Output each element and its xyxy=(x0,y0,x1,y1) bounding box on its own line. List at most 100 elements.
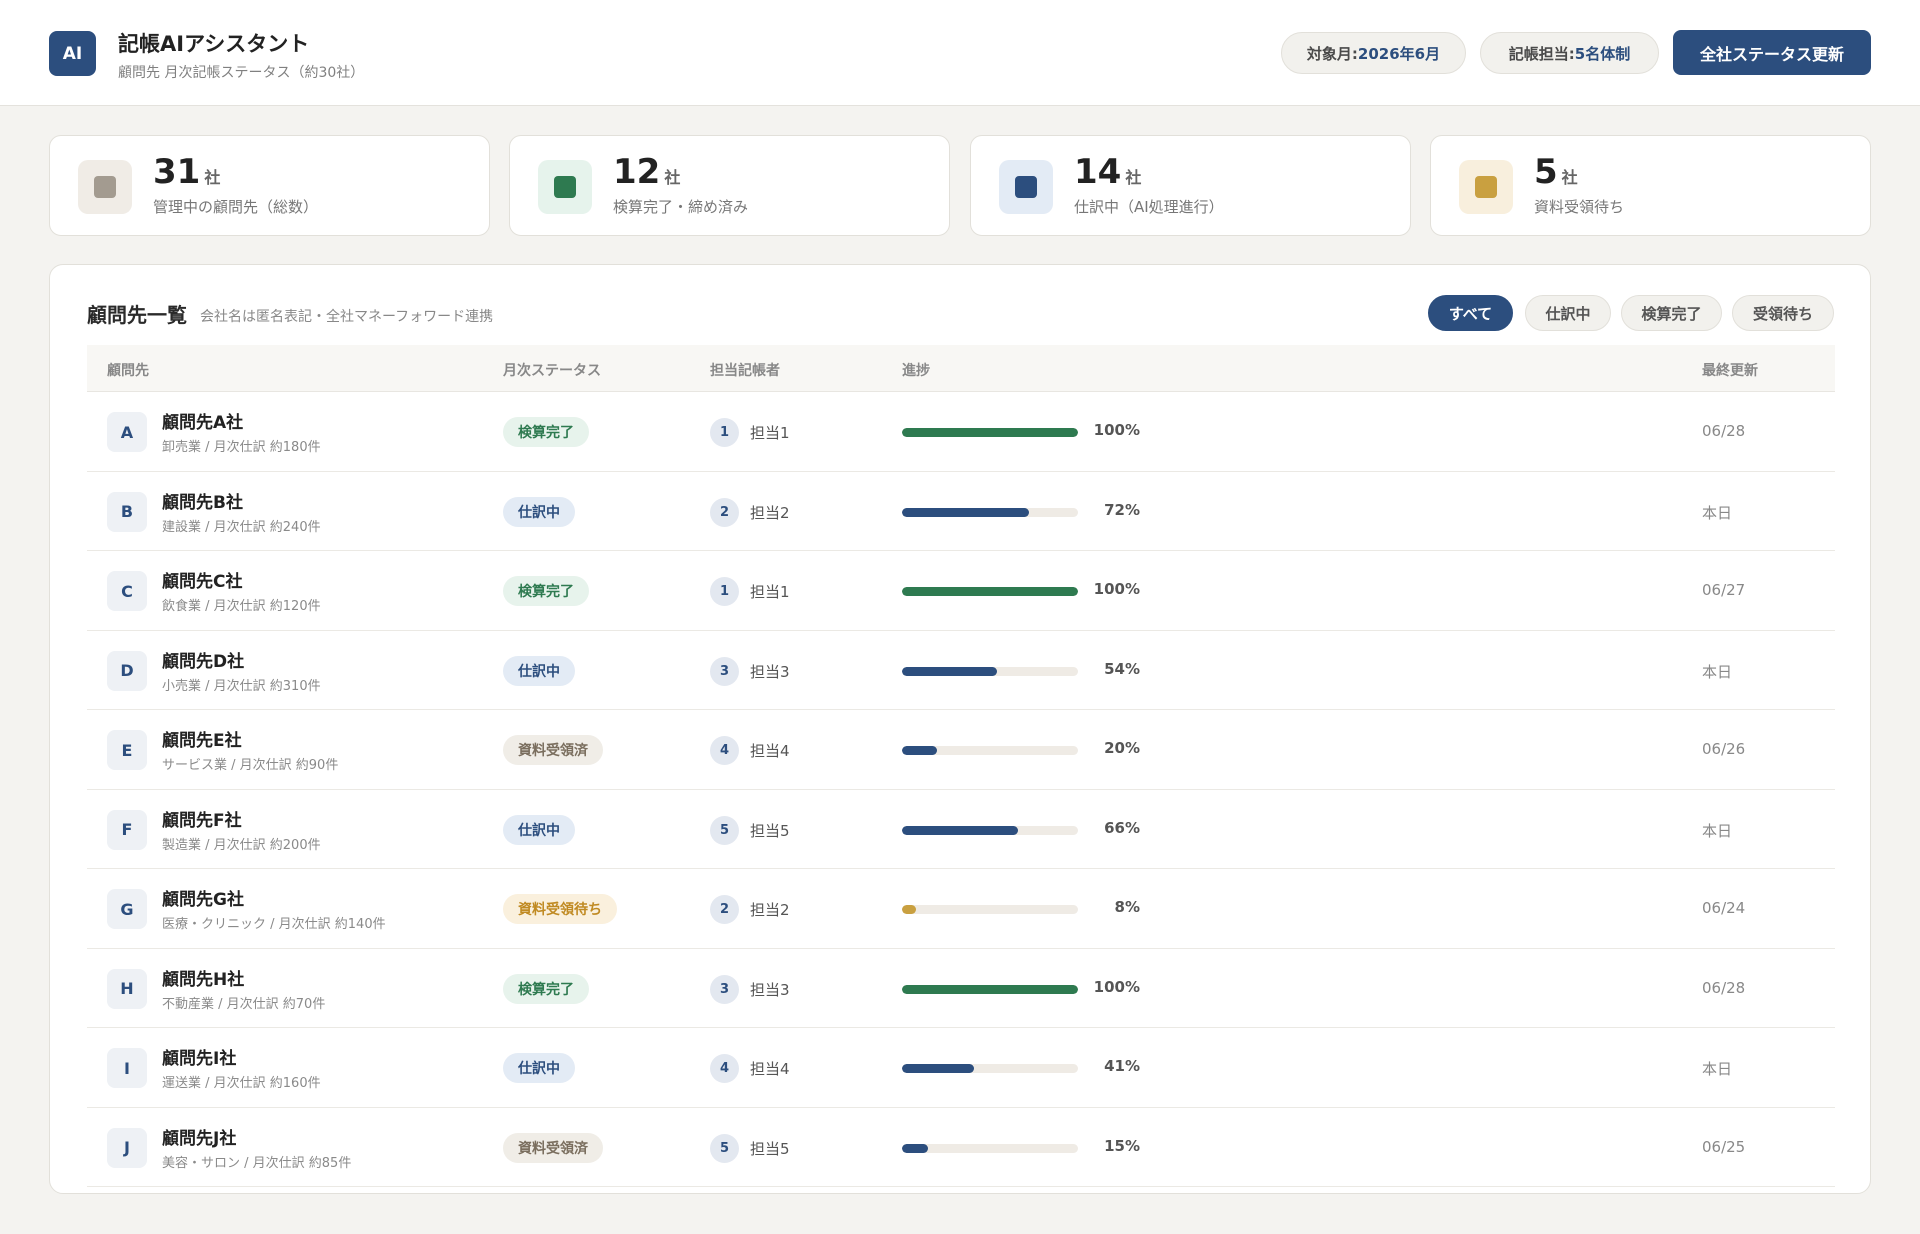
table-row[interactable]: F 顧問先F社 製造業 / 月次仕訳 約200件 仕訳中 5 担当5 66% 本日 xyxy=(87,790,1835,869)
last-updated: 本日 xyxy=(1702,821,1733,840)
table-row[interactable]: I 顧問先I社 運送業 / 月次仕訳 約160件 仕訳中 4 担当4 41% 本日 xyxy=(87,1028,1835,1108)
stat-unit: 社 xyxy=(664,168,681,187)
client-name[interactable]: 顧問先J社 xyxy=(162,1124,236,1149)
client-name[interactable]: 顧問先I社 xyxy=(162,1044,236,1069)
progress-bar xyxy=(902,428,1078,437)
progress-bar xyxy=(902,1143,1078,1153)
table-row[interactable]: C 顧問先C社 飲食業 / 月次仕訳 約120件 検算完了 1 担当1 100% 06/27 xyxy=(87,551,1835,631)
staff-count-value: 5名体制 xyxy=(1574,44,1631,63)
progress-percent: 66% xyxy=(1104,818,1140,837)
client-meta: 不動産業 / 月次仕訳 約70件 xyxy=(162,996,326,1012)
status-badge: 資料受領済 xyxy=(503,1132,603,1163)
filter-all-button[interactable]: すべて xyxy=(1428,295,1513,331)
progress-bar-fill xyxy=(902,905,917,914)
table-row[interactable]: E 顧問先E社 サービス業 / 月次仕訳 約90件 資料受領済 4 担当4 20% 06/26 xyxy=(87,710,1835,790)
staff-name: 担当4 xyxy=(750,742,790,760)
waiting-icon xyxy=(1459,160,1513,214)
staff-name: 担当1 xyxy=(750,583,790,601)
column-header-client[interactable]: 顧問先 xyxy=(107,360,149,380)
client-name[interactable]: 顧問先B社 xyxy=(162,488,243,513)
staff-number-badge: 1 xyxy=(710,577,739,606)
staff-number-badge: 1 xyxy=(710,418,739,447)
panel-subtitle: 会社名は匿名表記・全社マネーフォワード連携 xyxy=(200,309,494,325)
staff-number-badge: 5 xyxy=(710,815,739,845)
stat-value: 14 社 xyxy=(1074,152,1141,198)
progress-bar-fill xyxy=(902,1064,975,1073)
progress-bar xyxy=(902,984,1078,994)
column-header-progress[interactable]: 進捗 xyxy=(902,360,930,380)
stat-label: 仕訳中（AI処理進行） xyxy=(1074,198,1224,216)
client-initial-badge: H xyxy=(107,968,147,1009)
status-badge: 仕訳中 xyxy=(503,655,575,686)
staff-number-badge: 5 xyxy=(710,1133,739,1163)
last-updated: 本日 xyxy=(1702,1060,1733,1078)
staff-name: 担当3 xyxy=(750,662,790,681)
table-row[interactable]: J 顧問先J社 美容・サロン / 月次仕訳 約85件 資料受領済 5 担当5 15% 06/2… xyxy=(87,1108,1835,1187)
total-icon-square xyxy=(94,176,116,198)
client-meta: 美容・サロン / 月次仕訳 約85件 xyxy=(162,1155,352,1171)
target-month-selector[interactable]: 対象月: 2026年6月 xyxy=(1281,32,1466,74)
filter-done-button[interactable]: 検算完了 xyxy=(1621,295,1722,331)
processing-icon xyxy=(999,160,1053,214)
last-updated: 06/25 xyxy=(1702,1137,1746,1156)
client-meta: 卸売業 / 月次仕訳 約180件 xyxy=(162,440,321,455)
staff-name: 担当3 xyxy=(750,980,790,999)
column-header-status[interactable]: 月次ステータス xyxy=(503,360,601,380)
staff-number-badge: 3 xyxy=(710,974,739,1004)
staff-name: 担当4 xyxy=(750,1060,790,1078)
stat-number: 5 xyxy=(1534,152,1558,192)
client-initial-badge: A xyxy=(107,412,147,452)
progress-percent: 15% xyxy=(1104,1136,1140,1155)
status-badge: 検算完了 xyxy=(503,417,589,447)
stat-card[interactable]: 12 社検算完了・締め済み xyxy=(509,135,950,236)
client-meta: 製造業 / 月次仕訳 約200件 xyxy=(162,837,321,853)
status-badge: 仕訳中 xyxy=(503,814,575,845)
table-row[interactable]: G 顧問先G社 医療・クリニック / 月次仕訳 約140件 資料受領待ち 2 担当2 8% 0… xyxy=(87,869,1835,949)
stat-number: 12 xyxy=(613,152,661,192)
client-name[interactable]: 顧問先C社 xyxy=(162,567,242,592)
table-row[interactable]: B 顧問先B社 建設業 / 月次仕訳 約240件 仕訳中 2 担当2 72% 本日 xyxy=(87,472,1835,551)
client-name[interactable]: 顧問先H社 xyxy=(162,965,244,990)
client-name[interactable]: 顧問先E社 xyxy=(162,726,242,751)
done-icon xyxy=(538,160,592,214)
stat-number: 14 xyxy=(1074,152,1122,192)
column-header-updated[interactable]: 最終更新 xyxy=(1702,360,1758,380)
table-row[interactable]: A 顧問先A社 卸売業 / 月次仕訳 約180件 検算完了 1 担当1 100% 06/28 xyxy=(87,392,1835,472)
filter-processing-button[interactable]: 仕訳中 xyxy=(1525,295,1611,331)
client-name[interactable]: 顧問先F社 xyxy=(162,806,242,831)
app-title: 記帳AIアシスタント xyxy=(118,32,310,56)
table-row[interactable]: H 顧問先H社 不動産業 / 月次仕訳 約70件 検算完了 3 担当3 100% 06/28 xyxy=(87,949,1835,1028)
client-name[interactable]: 顧問先D社 xyxy=(162,647,244,672)
stat-card[interactable]: 5 社資料受領待ち xyxy=(1430,135,1871,236)
staff-count-badge[interactable]: 記帳担当: 5名体制 xyxy=(1480,32,1659,74)
column-header-staff[interactable]: 担当記帳者 xyxy=(710,360,780,380)
client-meta: 小売業 / 月次仕訳 約310件 xyxy=(162,678,321,694)
client-meta: 飲食業 / 月次仕訳 約120件 xyxy=(162,599,321,614)
client-name[interactable]: 顧問先G社 xyxy=(162,885,244,910)
progress-percent: 72% xyxy=(1104,500,1140,519)
client-initial-badge: I xyxy=(107,1048,147,1088)
client-name[interactable]: 顧問先A社 xyxy=(162,408,243,433)
stat-value: 31 社 xyxy=(153,152,220,198)
staff-name: 担当1 xyxy=(750,424,790,442)
target-month-value: 2026年6月 xyxy=(1357,44,1441,63)
client-meta: 医療・クリニック / 月次仕訳 約140件 xyxy=(162,917,386,932)
table-header: 顧問先 月次ステータス 担当記帳者 進捗 最終更新 xyxy=(87,345,1835,392)
progress-bar xyxy=(902,746,1078,755)
staff-name: 担当5 xyxy=(750,1139,790,1158)
progress-bar-fill xyxy=(902,1143,929,1153)
table-row[interactable]: D 顧問先D社 小売業 / 月次仕訳 約310件 仕訳中 3 担当3 54% 本日 xyxy=(87,631,1835,710)
staff-number-badge: 2 xyxy=(710,497,739,527)
processing-icon-square xyxy=(1015,176,1037,198)
refresh-all-status-button[interactable]: 全社ステータス更新 xyxy=(1673,30,1871,75)
client-meta: 建設業 / 月次仕訳 約240件 xyxy=(162,519,321,535)
progress-bar-fill xyxy=(902,428,1078,437)
filter-waiting-button[interactable]: 受領待ち xyxy=(1732,295,1834,331)
progress-percent: 54% xyxy=(1104,659,1140,678)
progress-percent: 20% xyxy=(1104,739,1140,757)
stat-card[interactable]: 31 社管理中の顧問先（総数） xyxy=(49,135,490,236)
last-updated: 06/28 xyxy=(1702,978,1746,997)
stat-card[interactable]: 14 社仕訳中（AI処理進行） xyxy=(970,135,1411,236)
staff-number-badge: 4 xyxy=(710,1054,739,1083)
last-updated: 本日 xyxy=(1702,662,1733,681)
